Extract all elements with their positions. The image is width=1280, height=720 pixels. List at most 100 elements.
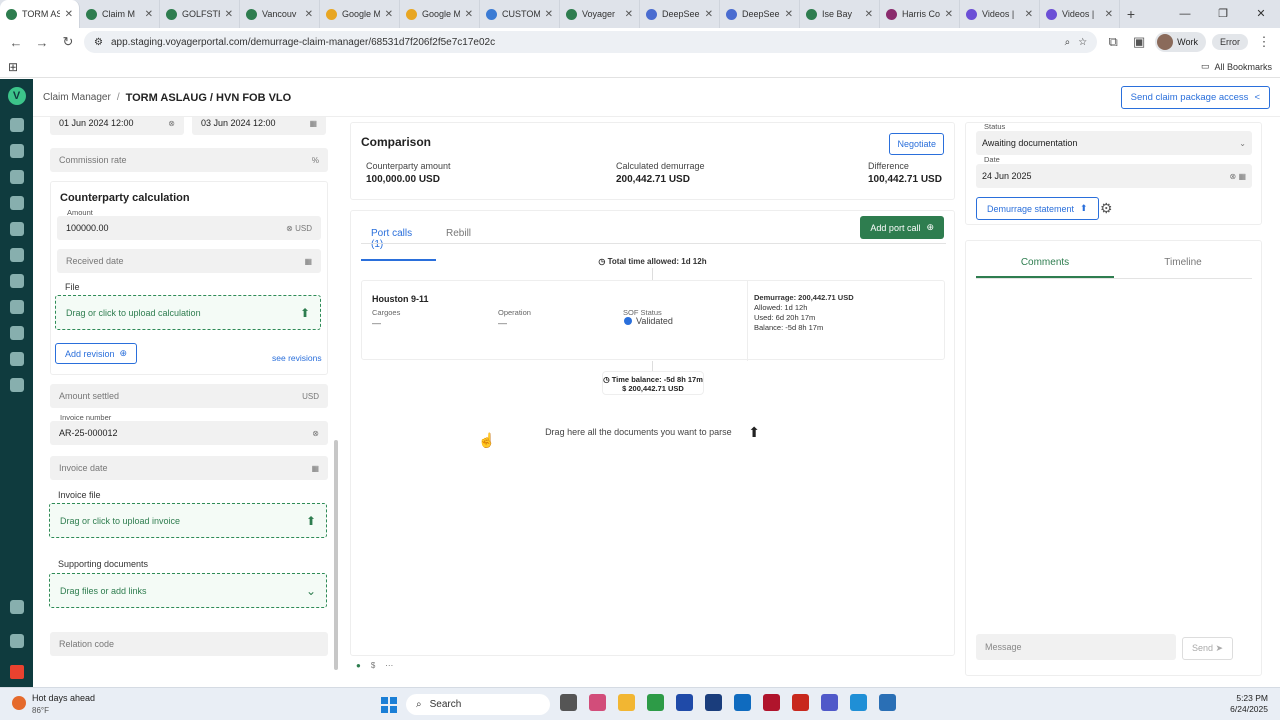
url-bar[interactable]: ⚙ app.staging.voyagerportal.com/demurrag…	[84, 31, 1098, 53]
date-field[interactable]: Date 24 Jun 2025 ⊗ ▦	[976, 155, 1252, 188]
tab-port-calls[interactable]: Port calls (1)	[361, 219, 436, 261]
analytics-icon[interactable]	[9, 248, 24, 262]
tab-comments[interactable]: Comments	[976, 257, 1114, 278]
app-u-icon[interactable]	[676, 694, 693, 711]
message-input[interactable]: Message	[976, 634, 1176, 660]
copilot-icon[interactable]	[589, 694, 606, 711]
close-tab-icon[interactable]: ✕	[865, 9, 873, 20]
amount-settled-field[interactable]: Amount settled USD	[50, 384, 328, 408]
calendar-icon[interactable]: ▦	[311, 464, 319, 473]
browser-tab[interactable]: Vancouv ✕	[240, 0, 320, 28]
reload-icon[interactable]: ↻	[58, 34, 78, 50]
close-tab-icon[interactable]: ✕	[65, 9, 73, 20]
left-panel-scrollbar[interactable]	[334, 440, 338, 670]
forward-icon[interactable]: →	[32, 35, 52, 50]
invoice-date-field[interactable]: Invoice date ▦	[50, 456, 328, 480]
commission-rate-field[interactable]: Commission rate %	[50, 148, 328, 172]
close-window-icon[interactable]: ✕	[1242, 0, 1280, 28]
close-tab-icon[interactable]: ✕	[705, 9, 713, 20]
date-to-field[interactable]: 03 Jun 2024 12:00 ▦	[192, 117, 326, 135]
chevron-down-icon[interactable]: ⌄	[306, 584, 316, 598]
user-icon[interactable]	[9, 300, 24, 314]
browser-tab[interactable]: GOLFSTR ✕	[160, 0, 240, 28]
browser-tab[interactable]: Ise Bay ✕	[800, 0, 880, 28]
close-tab-icon[interactable]: ✕	[385, 9, 393, 20]
flask-icon[interactable]	[9, 352, 24, 366]
upload-invoice-dropzone[interactable]: Drag or click to upload invoice ⬆	[49, 503, 327, 538]
tab-rebill[interactable]: Rebill	[436, 219, 481, 261]
task-view-icon[interactable]	[560, 694, 577, 711]
voyager-logo[interactable]: V	[7, 87, 26, 105]
all-bookmarks[interactable]: ▭ All Bookmarks	[1201, 61, 1272, 72]
profile-button[interactable]: Work	[1155, 32, 1206, 52]
vessel-icon[interactable]	[9, 144, 24, 158]
weather-widget[interactable]: Hot days ahead 86°F	[12, 692, 95, 717]
notepad-icon[interactable]	[850, 694, 867, 711]
browser-tab[interactable]: TORM AS ✕	[0, 0, 80, 28]
chat-icon[interactable]	[9, 600, 24, 614]
reports-icon[interactable]	[9, 274, 24, 288]
tab-search-icon[interactable]: ▣	[1129, 34, 1149, 50]
close-tab-icon[interactable]: ✕	[1025, 9, 1033, 20]
browser-tab[interactable]: Videos | ✕	[1040, 0, 1120, 28]
team-icon[interactable]	[9, 326, 24, 340]
teams-icon[interactable]	[821, 694, 838, 711]
dashboard-icon[interactable]	[9, 118, 24, 132]
close-tab-icon[interactable]: ✕	[785, 9, 793, 20]
negotiate-button[interactable]: Negotiate	[889, 133, 944, 155]
app-flag-icon[interactable]	[705, 694, 722, 711]
close-tab-icon[interactable]: ✕	[225, 9, 233, 20]
browser-tab[interactable]: Google M ✕	[320, 0, 400, 28]
amount-field[interactable]: Amount 100000.00 ⊗ USD	[57, 208, 321, 240]
browser-tab[interactable]: Claim M ✕	[80, 0, 160, 28]
upload-calculation-dropzone[interactable]: Drag or click to upload calculation ⬆	[55, 295, 321, 330]
minimize-icon[interactable]: —	[1166, 0, 1204, 28]
breadcrumb[interactable]: Claim Manager	[43, 92, 111, 103]
close-tab-icon[interactable]: ✕	[145, 9, 153, 20]
supporting-docs-dropzone[interactable]: Drag files or add links ⌄	[49, 573, 327, 608]
date-from-field[interactable]: 01 Jun 2024 12:00 ⊗	[50, 117, 184, 135]
close-tab-icon[interactable]: ✕	[945, 9, 953, 20]
parse-dropzone[interactable]: Drag here all the documents you want to …	[351, 424, 954, 441]
file-explorer-icon[interactable]	[618, 694, 635, 711]
browser-tab[interactable]: CUSTOM ✕	[480, 0, 560, 28]
bell-icon[interactable]	[9, 634, 24, 648]
browser-tab[interactable]: Harris Co ✕	[880, 0, 960, 28]
restore-icon[interactable]: ❐	[1204, 0, 1242, 28]
apps-grid-icon[interactable]: ⊞	[8, 60, 18, 74]
browser-tab[interactable]: DeepSee ✕	[720, 0, 800, 28]
documents-icon[interactable]	[9, 170, 24, 184]
calendar-icon[interactable]: ⊗ ▦	[1230, 172, 1246, 181]
tab-timeline[interactable]: Timeline	[1114, 257, 1252, 276]
zoom-icon[interactable]: ⌕	[1065, 37, 1071, 48]
browser-tab[interactable]: Google M ✕	[400, 0, 480, 28]
company-logo-icon[interactable]	[9, 665, 24, 679]
calendar-icon[interactable]: ▦	[309, 119, 317, 128]
close-tab-icon[interactable]: ✕	[625, 9, 633, 20]
outlook-icon[interactable]	[734, 694, 751, 711]
port-call-card[interactable]: Houston 9-11 Cargoes — Operation — SOF S…	[361, 280, 945, 361]
send-claim-package-button[interactable]: Send claim package access <	[1120, 86, 1270, 109]
demurrage-statement-button[interactable]: Demurrage statement ⬆	[976, 197, 1099, 220]
close-tab-icon[interactable]: ✕	[1105, 9, 1113, 20]
extensions-icon[interactable]: ⧉	[1103, 34, 1123, 50]
hierarchy-icon[interactable]	[9, 196, 24, 210]
clear-icon[interactable]: ⊗	[168, 119, 175, 128]
close-tab-icon[interactable]: ✕	[465, 9, 473, 20]
claims-icon[interactable]	[9, 378, 24, 392]
new-tab-button[interactable]: +	[1120, 6, 1142, 22]
taskbar-search[interactable]: ⌕ Search	[406, 694, 550, 715]
clear-icon[interactable]: ⊗	[312, 429, 319, 438]
site-info-icon[interactable]: ⚙	[94, 37, 103, 48]
snipping-tool-icon[interactable]	[879, 694, 896, 711]
browser-tab[interactable]: DeepSee ✕	[640, 0, 720, 28]
received-date-field[interactable]: Received date ▦	[57, 249, 321, 273]
calendar-icon[interactable]: ▦	[304, 257, 312, 266]
add-revision-button[interactable]: Add revision ⊕	[55, 343, 138, 364]
back-icon[interactable]: ←	[6, 35, 26, 50]
relation-code-field[interactable]: Relation code	[50, 632, 328, 656]
add-port-call-button[interactable]: Add port call ⊕	[860, 216, 944, 239]
close-tab-icon[interactable]: ✕	[305, 9, 313, 20]
browser-tab[interactable]: Voyager ✕	[560, 0, 640, 28]
error-button[interactable]: Error	[1212, 34, 1248, 50]
